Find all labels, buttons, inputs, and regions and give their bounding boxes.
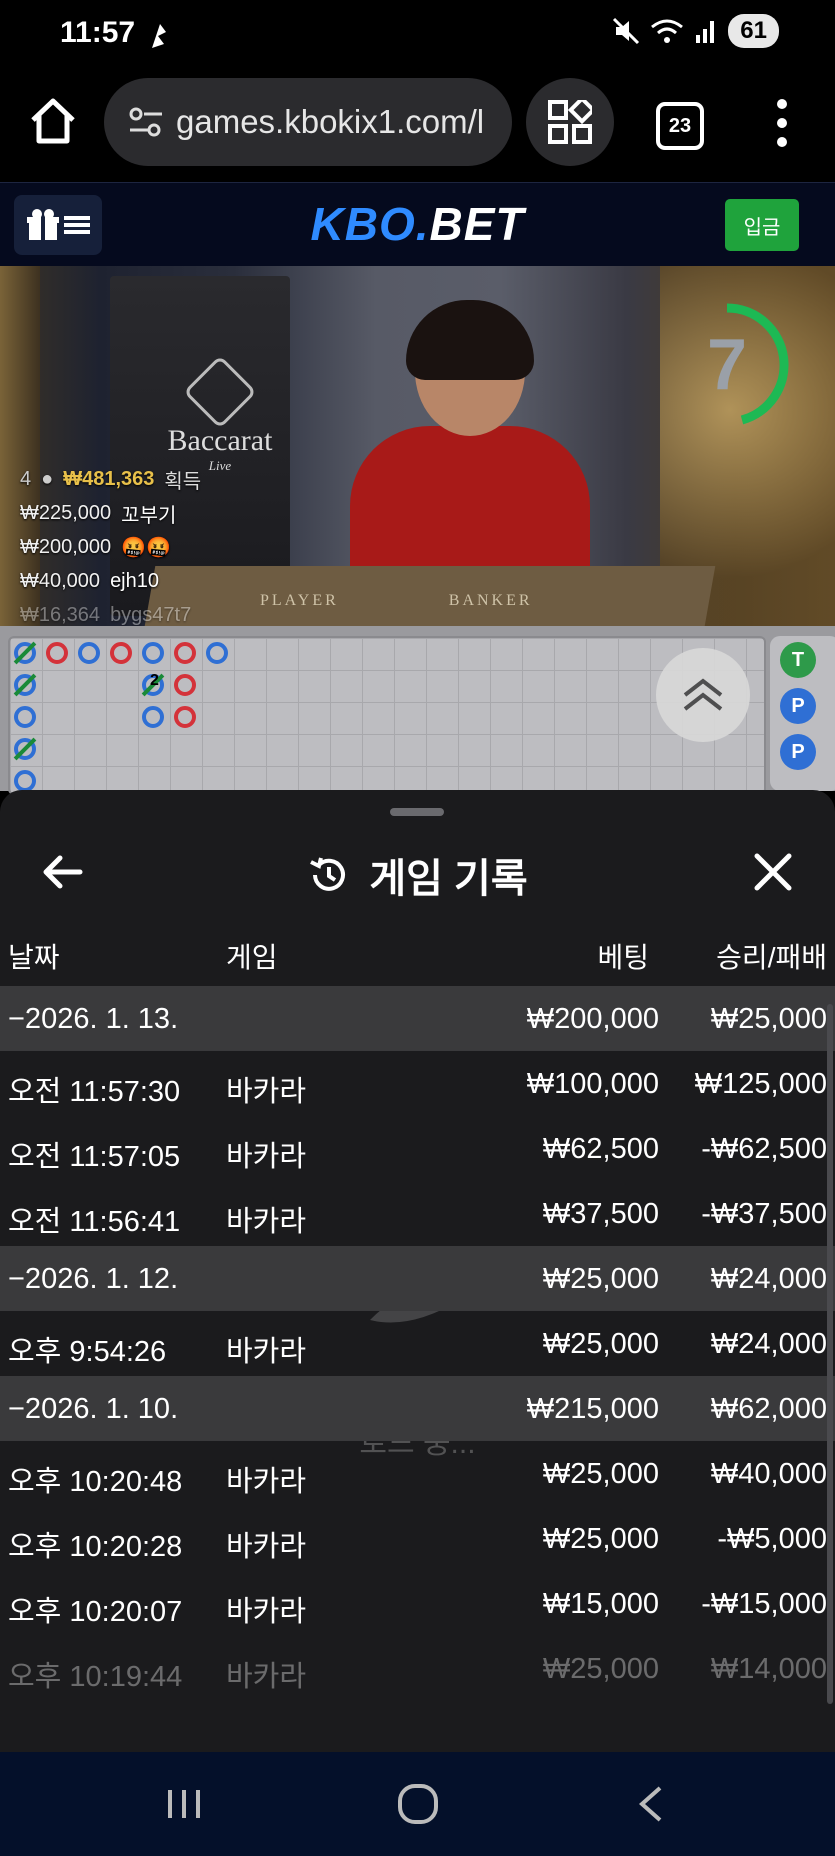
battery-indicator: 61 bbox=[728, 14, 779, 48]
column-result[interactable]: 승리/패배 bbox=[716, 936, 827, 976]
notification-icon bbox=[152, 24, 166, 48]
road-player bbox=[142, 706, 164, 728]
double-chevron-up-icon bbox=[683, 678, 723, 711]
history-icon bbox=[310, 857, 346, 891]
mute-icon bbox=[613, 17, 640, 45]
history-row[interactable]: 오후 10:20:28 바카라 ₩25,000 -₩5,000 bbox=[0, 1506, 835, 1571]
scroll-up-button[interactable] bbox=[656, 648, 750, 742]
qr-code-icon bbox=[548, 100, 592, 144]
site-header: KBO.BET 입금 bbox=[0, 182, 835, 267]
road-player bbox=[206, 642, 228, 664]
back-nav-icon[interactable] bbox=[622, 1782, 682, 1826]
history-row[interactable]: 오전 11:56:41 바카라 ₩37,500 -₩37,500 bbox=[0, 1181, 835, 1246]
signal-icon bbox=[696, 21, 715, 43]
status-time: 11:57 bbox=[60, 16, 136, 49]
scoreboard-area: 2 T P P bbox=[0, 626, 835, 795]
url-text: games.kbokix1.com/l bbox=[176, 103, 485, 140]
column-game[interactable]: 게임 bbox=[226, 936, 278, 976]
road-banker bbox=[46, 642, 68, 664]
more-menu-icon[interactable] bbox=[762, 96, 802, 150]
close-icon[interactable] bbox=[751, 850, 795, 894]
site-settings-icon[interactable] bbox=[126, 102, 166, 142]
system-navigation-bar bbox=[0, 1752, 835, 1856]
drag-handle[interactable] bbox=[390, 808, 444, 816]
result-summary-column: T P P bbox=[770, 636, 835, 791]
history-row[interactable]: 오후 9:54:26 바카라 ₩25,000 ₩24,000 bbox=[0, 1311, 835, 1376]
player-badge: P bbox=[780, 734, 816, 770]
baccarat-live-logo: Baccarat Live bbox=[150, 355, 290, 474]
countdown-number: 7 bbox=[706, 325, 748, 405]
history-scrollbar[interactable] bbox=[827, 1004, 833, 1704]
history-column-headers: 날짜 게임 베팅 승리/패배 bbox=[0, 932, 835, 982]
address-bar[interactable]: games.kbokix1.com/l bbox=[104, 78, 512, 166]
date-group-row[interactable]: −2026. 1. 10. ₩215,000 ₩62,000 bbox=[0, 1376, 835, 1441]
bead-road: 2 bbox=[8, 636, 766, 795]
win-feed-item: ₩225,000 꼬부기 bbox=[20, 501, 177, 527]
history-row[interactable]: 오전 11:57:05 바카라 ₩62,500 -₩62,500 bbox=[0, 1116, 835, 1181]
date-group-row[interactable]: −2026. 1. 13. ₩200,000 ₩25,000 bbox=[0, 986, 835, 1051]
road-banker bbox=[174, 642, 196, 664]
win-summary: 4 ● ₩481,363 획득 bbox=[20, 467, 202, 493]
column-bet[interactable]: 베팅 bbox=[597, 936, 649, 976]
road-player bbox=[14, 706, 36, 728]
home-nav-icon[interactable] bbox=[388, 1782, 448, 1826]
win-feed-item: ₩40,000 ejh10 bbox=[20, 569, 159, 592]
history-row[interactable]: 오후 10:20:07 바카라 ₩15,000 -₩15,000 bbox=[0, 1571, 835, 1636]
road-player bbox=[14, 770, 36, 792]
column-date[interactable]: 날짜 bbox=[8, 936, 60, 976]
wifi-icon bbox=[651, 19, 684, 43]
date-group-row[interactable]: −2026. 1. 12. ₩25,000 ₩24,000 bbox=[0, 1246, 835, 1311]
road-player bbox=[142, 642, 164, 664]
tab-switcher-button[interactable]: 23 bbox=[656, 102, 704, 150]
win-feed: 4 ● ₩481,363 획득 ₩225,000 꼬부기 ₩200,000 🤬🤬 ₩… bbox=[20, 462, 201, 626]
player-badge: P bbox=[780, 688, 816, 724]
road-banker bbox=[174, 706, 196, 728]
road-banker bbox=[174, 674, 196, 696]
win-feed-item: ₩200,000 🤬🤬 bbox=[20, 535, 171, 559]
win-feed-item: ₩16,364 bygs47t7 bbox=[20, 603, 192, 626]
history-row[interactable]: 오후 10:19:44 바카라 ₩25,000 ₩14,000 bbox=[0, 1636, 835, 1701]
game-history-panel: 게임 기록 날짜 게임 베팅 승리/패배 로드 중... −2026. 1. 1… bbox=[0, 790, 835, 1752]
history-row[interactable]: 오전 11:57:30 바카라 ₩100,000 ₩125,000 bbox=[0, 1051, 835, 1116]
panel-header: 게임 기록 bbox=[0, 830, 835, 920]
recent-apps-icon[interactable] bbox=[154, 1782, 214, 1826]
tie-badge: T bbox=[780, 642, 816, 678]
history-table: −2026. 1. 13. ₩200,000 ₩25,000 오전 11:57:3… bbox=[0, 986, 835, 1701]
road-player bbox=[78, 642, 100, 664]
home-icon[interactable] bbox=[28, 96, 78, 146]
history-row[interactable]: 오후 10:20:48 바카라 ₩25,000 ₩40,000 bbox=[0, 1441, 835, 1506]
status-icons: 61 bbox=[612, 14, 779, 48]
panel-title: 게임 기록 bbox=[0, 846, 835, 904]
live-video[interactable]: Baccarat Live PLAYER BANKER 7 4 ● ₩481,36… bbox=[0, 266, 835, 626]
site-logo[interactable]: KBO.BET bbox=[0, 197, 835, 251]
status-bar: 11:57 61 bbox=[0, 0, 835, 72]
deposit-button[interactable]: 입금 bbox=[725, 199, 799, 251]
table-labels: PLAYER BANKER bbox=[260, 592, 533, 609]
qr-button[interactable] bbox=[526, 78, 614, 166]
road-tie-count: 2 bbox=[150, 672, 159, 689]
road-banker bbox=[110, 642, 132, 664]
browser-toolbar: games.kbokix1.com/l 23 bbox=[0, 72, 835, 182]
